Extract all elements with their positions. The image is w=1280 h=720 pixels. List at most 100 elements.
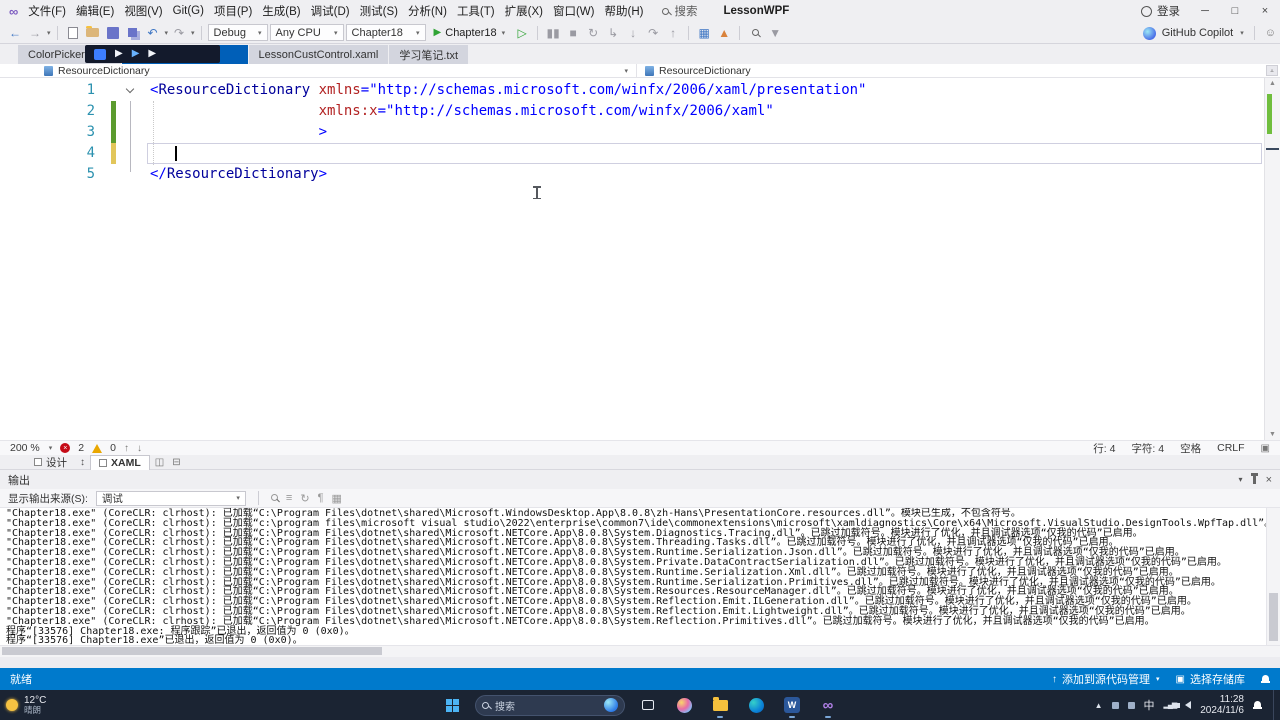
- speaker-icon[interactable]: [1177, 701, 1192, 709]
- step-over-icon[interactable]: ↷: [644, 24, 662, 42]
- show-next-statement-icon[interactable]: ↳: [604, 24, 622, 42]
- show-desktop-button[interactable]: [1273, 690, 1276, 720]
- navbar-member-dropdown[interactable]: ResourceDictionary ▾: [637, 64, 1280, 77]
- find-in-files-icon[interactable]: [746, 24, 764, 42]
- undo-icon[interactable]: ↶: [144, 24, 162, 42]
- notifications-bell-icon[interactable]: [1261, 674, 1270, 684]
- window-position-icon[interactable]: ▾: [1239, 475, 1243, 484]
- menu-item[interactable]: Git(G): [168, 2, 209, 20]
- menu-item[interactable]: 视图(V): [119, 0, 167, 22]
- minimize-button[interactable]: ─: [1190, 0, 1220, 22]
- clear-all-icon[interactable]: ↻: [300, 492, 309, 505]
- next-issue-icon[interactable]: ↓: [137, 443, 142, 454]
- messages-list-icon[interactable]: ≡: [286, 492, 292, 504]
- maximize-button[interactable]: □: [1220, 0, 1250, 22]
- close-panel-icon[interactable]: ×: [1266, 474, 1272, 486]
- zoom-level[interactable]: 200 %: [10, 442, 40, 454]
- navbar-type-dropdown[interactable]: ResourceDictionary ▾: [0, 64, 637, 77]
- output-vertical-scrollbar[interactable]: [1266, 508, 1280, 645]
- code-line[interactable]: 1 <ResourceDictionary xmlns="http://schem…: [0, 80, 1280, 101]
- swap-panes-icon[interactable]: ↕: [77, 457, 88, 468]
- code-line[interactable]: 3 >: [0, 122, 1280, 143]
- task-view-button[interactable]: [635, 692, 661, 718]
- configuration-dropdown[interactable]: Debug ▾: [207, 24, 268, 41]
- error-count[interactable]: 2: [78, 442, 84, 454]
- live-visual-tree-icon[interactable]: ▦: [695, 24, 713, 42]
- xaml-tab[interactable]: XAML: [90, 454, 150, 470]
- edge-button[interactable]: [743, 692, 769, 718]
- menu-item[interactable]: 测试(S): [355, 0, 403, 22]
- menu-item[interactable]: 窗口(W): [548, 0, 600, 22]
- copilot-label[interactable]: GitHub Copilot: [1162, 27, 1234, 39]
- code-editor[interactable]: 1 <ResourceDictionary xmlns="http://schem…: [0, 78, 1280, 440]
- taskbar-search[interactable]: 搜索: [475, 694, 625, 716]
- step-into-icon[interactable]: ↓: [624, 24, 642, 42]
- tray-app-icon[interactable]: [1111, 701, 1119, 709]
- navigate-forward-icon[interactable]: →: [26, 24, 44, 42]
- menu-item[interactable]: 扩展(X): [500, 0, 548, 22]
- sign-in-button[interactable]: 登录: [1141, 3, 1180, 19]
- startup-project-dropdown[interactable]: Chapter18 ▾: [345, 24, 426, 41]
- bookmark-icon[interactable]: ▼: [766, 24, 784, 42]
- document-tab[interactable]: LessonCustControl.xaml: [248, 45, 389, 64]
- editor-health-icon[interactable]: ▣: [1261, 443, 1270, 454]
- editor-scrollbar[interactable]: ▲ ▼: [1264, 78, 1280, 440]
- menu-item[interactable]: 项目(P): [209, 0, 257, 22]
- code-line[interactable]: 5 </ResourceDictionary>: [0, 164, 1280, 185]
- design-tab[interactable]: 设计: [26, 455, 75, 470]
- open-file-icon[interactable]: [84, 24, 102, 42]
- save-all-icon[interactable]: [124, 24, 142, 42]
- platform-dropdown[interactable]: Any CPU ▾: [269, 24, 344, 41]
- word-button[interactable]: [779, 692, 805, 718]
- copilot-button[interactable]: [671, 692, 697, 718]
- select-repository-button[interactable]: ▣ 选择存储库: [1176, 671, 1245, 687]
- close-button[interactable]: ×: [1250, 0, 1280, 22]
- add-to-source-control-button[interactable]: ↑ 添加到源代码管理 ▾: [1052, 671, 1160, 687]
- quick-search[interactable]: 搜索: [662, 3, 697, 19]
- notification-center-icon[interactable]: [1253, 700, 1262, 710]
- scroll-up-icon[interactable]: ▲: [1265, 80, 1280, 87]
- save-icon[interactable]: [104, 24, 122, 42]
- play-icon[interactable]: ▶: [148, 49, 156, 59]
- line-ending-indicator[interactable]: CRLF: [1217, 442, 1244, 454]
- stop-debugging-icon[interactable]: ■: [564, 24, 582, 42]
- ime-indicator[interactable]: 中: [1144, 697, 1155, 713]
- tray-app-icon[interactable]: [1127, 701, 1135, 709]
- pin-icon[interactable]: [1250, 472, 1258, 484]
- code-line[interactable]: 2 xmlns:x="http://schemas.microsoft.com/…: [0, 101, 1280, 122]
- clock[interactable]: 11:28 2024/11/6: [1200, 694, 1244, 717]
- menu-item[interactable]: 调试(D): [306, 0, 355, 22]
- menu-item[interactable]: 分析(N): [403, 0, 452, 22]
- split-editor-button[interactable]: ▵: [1266, 65, 1278, 76]
- menu-item[interactable]: 帮助(H): [599, 0, 648, 22]
- new-file-icon[interactable]: [64, 24, 82, 42]
- navigate-back-icon[interactable]: ←: [6, 24, 24, 42]
- output-content[interactable]: "Chapter18.exe" (CoreCLR: clrhost): 已加载“…: [0, 508, 1280, 645]
- vertical-split-icon[interactable]: ◫: [152, 457, 167, 468]
- hot-reload-icon[interactable]: ▲: [715, 24, 733, 42]
- document-tab[interactable]: 学习笔记.txt: [389, 45, 469, 64]
- output-source-dropdown[interactable]: 调试 ▾: [95, 490, 246, 506]
- find-message-icon[interactable]: [270, 492, 278, 504]
- start-without-debugging-icon[interactable]: ▷: [513, 24, 531, 42]
- break-all-icon[interactable]: ▮▮: [544, 24, 562, 42]
- horizontal-split-icon[interactable]: ⊟: [169, 457, 183, 468]
- network-icon[interactable]: ▂▄▆: [1164, 701, 1178, 709]
- start-debugging-button[interactable]: ▶ Chapter18 ▾: [428, 24, 512, 42]
- toggle-autoscroll-icon[interactable]: ▦: [331, 492, 341, 505]
- previous-issue-icon[interactable]: ↑: [124, 443, 129, 454]
- start-button[interactable]: [439, 692, 465, 718]
- menu-item[interactable]: 编辑(E): [71, 0, 119, 22]
- visual-studio-button[interactable]: ∞: [815, 692, 841, 718]
- play-icon[interactable]: ▶: [132, 49, 140, 59]
- file-explorer-button[interactable]: [707, 692, 733, 718]
- redo-icon[interactable]: ↷: [170, 24, 188, 42]
- scrollbar-thumb[interactable]: [2, 647, 382, 655]
- warning-count[interactable]: 0: [110, 442, 116, 454]
- restart-icon[interactable]: ↻: [584, 24, 602, 42]
- navigation-dropdown-icon[interactable]: ▾: [47, 29, 51, 37]
- scroll-down-icon[interactable]: ▼: [1265, 431, 1280, 438]
- code-line[interactable]: 4: [0, 143, 1280, 164]
- indentation-indicator[interactable]: 空格: [1180, 441, 1201, 456]
- menu-item[interactable]: 文件(F): [23, 0, 71, 22]
